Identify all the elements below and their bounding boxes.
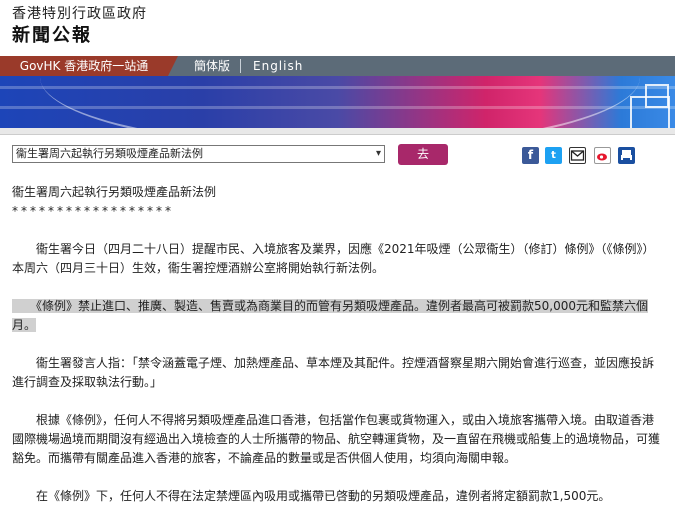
article-title: 衞生署周六起執行另類吸煙產品新法例 (12, 185, 217, 199)
article-paragraph: 《條例》禁止進口、推廣、製造、售賣或為商業目的而管有另類吸煙產品。違例者最高可被… (12, 297, 662, 335)
govhk-link[interactable]: GovHK 香港政府一站通 (0, 56, 168, 76)
simplified-chinese-link[interactable]: 簡体版 (194, 56, 230, 76)
print-icon[interactable] (618, 147, 635, 164)
nav-separator (240, 59, 241, 73)
top-navigation: GovHK 香港政府一站通 簡体版 English (0, 56, 675, 76)
site-header: 香港特別行政區政府 新聞公報 (0, 0, 675, 52)
chevron-down-icon: ▾ (375, 148, 381, 159)
select-value: 衞生署周六起執行另類吸煙產品新法例 (16, 147, 203, 160)
banner-underline (0, 128, 675, 135)
twitter-icon[interactable]: t (545, 147, 562, 164)
facebook-icon[interactable]: f (522, 147, 539, 164)
weibo-icon[interactable] (594, 147, 611, 164)
banner-arc (40, 76, 640, 128)
go-button[interactable]: 去 (398, 144, 448, 165)
banner-square (645, 84, 669, 108)
nav-divider (168, 56, 178, 76)
highlighted-text: 《條例》禁止進口、推廣、製造、售賣或為商業目的而管有另類吸煙產品。違例者最高可被… (12, 299, 648, 332)
press-release-select[interactable]: 衞生署周六起執行另類吸煙產品新法例 ▾ (12, 145, 385, 163)
government-name: 香港特別行政區政府 (12, 6, 147, 22)
site-title[interactable]: 新聞公報 (12, 21, 92, 47)
article-paragraph: 根據《條例》，任何人不得將另類吸煙產品進口香港，包括當作包裹或貨物運入，或由入境… (12, 413, 661, 465)
article-paragraph: 衞生署發言人指：「禁令涵蓋電子煙、加熱煙產品、草本煙及其配件。控煙酒督察星期六開… (12, 356, 655, 389)
article-paragraph: 衞生署今日（四月二十八日）提醒市民、入境旅客及業界，因應《2021年吸煙（公眾衞… (12, 242, 655, 275)
email-icon[interactable] (569, 147, 586, 164)
article-paragraph: 在《條例》下，任何人不得在法定禁煙區內吸用或攜帶已啓動的另類吸煙產品，違例者將定… (12, 489, 611, 503)
english-link[interactable]: English (253, 56, 303, 76)
article-body: 衞生署周六起執行另類吸煙產品新法例 ****************** 衞生署… (12, 183, 662, 506)
header-banner (0, 76, 675, 128)
title-separator: ****************** (12, 204, 174, 218)
